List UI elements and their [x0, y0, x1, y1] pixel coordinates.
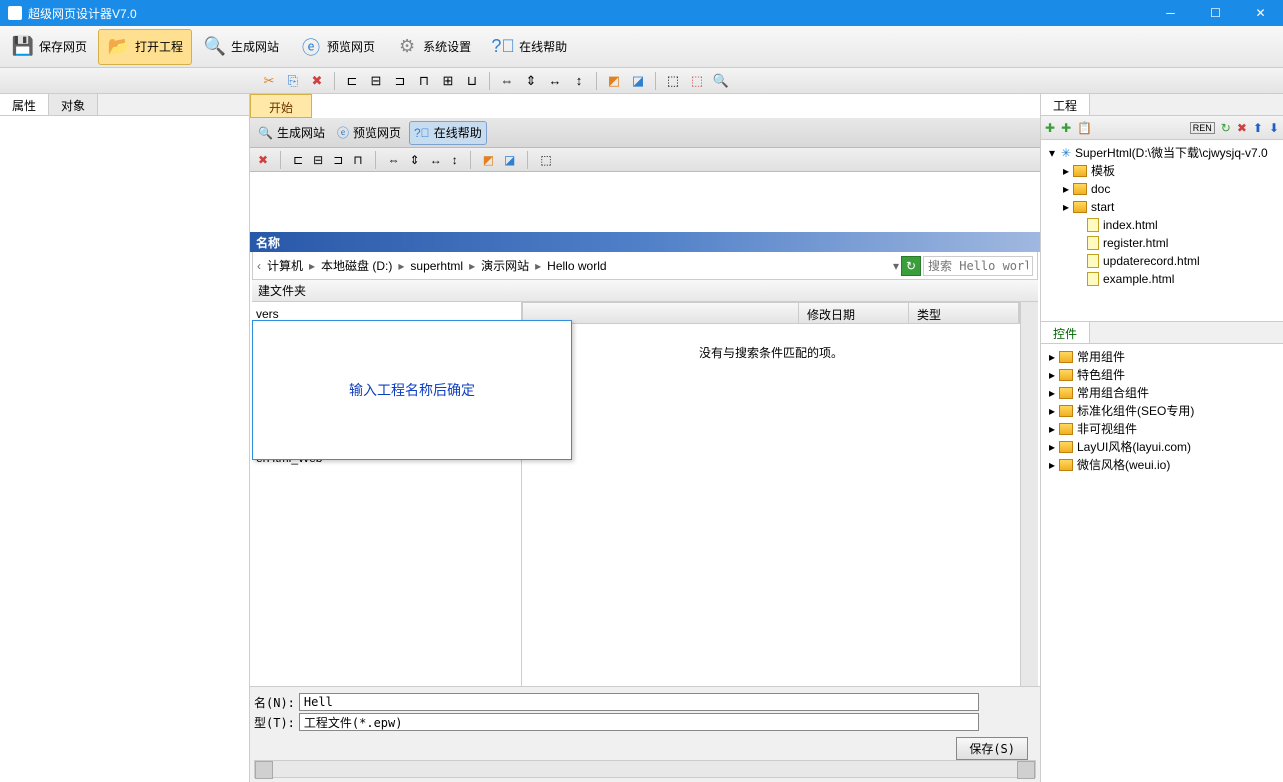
add-folder-icon[interactable]: ✚: [1061, 121, 1071, 135]
project-tree[interactable]: ▾✳SuperHtml(D:\微当下载\cjwysjq-v7.0▸模板▸doc▸…: [1041, 140, 1283, 292]
up-icon[interactable]: ⬆: [1253, 121, 1263, 135]
send-back-icon[interactable]: ◪: [629, 72, 647, 90]
save-page-button[interactable]: 💾 保存网页: [2, 29, 96, 65]
same-height-icon[interactable]: ↕: [570, 72, 588, 90]
bring-front-icon[interactable]: ◩: [605, 72, 623, 90]
breadcrumb-item[interactable]: 计算机: [263, 255, 307, 276]
breadcrumb-back-icon[interactable]: ‹: [257, 259, 261, 273]
align-r2-icon[interactable]: ⊐: [333, 153, 343, 167]
back2-icon[interactable]: ◪: [504, 153, 515, 167]
align-right-icon[interactable]: ⊐: [391, 72, 409, 90]
filename-input[interactable]: [299, 693, 979, 711]
distribute-h-icon[interactable]: ⇔: [498, 72, 516, 90]
inner-toolbar2: ✖ ⊏ ⊟ ⊐ ⊓ ⇔ ⇕ ↔ ↕ ◩ ◪ ⬚: [250, 148, 1040, 172]
search-small-icon[interactable]: 🔍: [712, 72, 730, 90]
dialog-name-header: 名称: [250, 232, 1040, 252]
close-button[interactable]: ✕: [1238, 0, 1283, 26]
horizontal-scrollbar[interactable]: [254, 760, 1036, 778]
gear-icon: ⚙: [395, 35, 419, 59]
delete-proj-icon[interactable]: ✖: [1237, 121, 1247, 135]
same-h2-icon[interactable]: ↕: [452, 153, 458, 167]
right-panel: 工程 ✚ ✚ 📋 REN ↻ ✖ ⬆ ⬇ ▾✳SuperHtml(D:\微当下载…: [1041, 94, 1283, 782]
new-folder-bar[interactable]: 建文件夹: [252, 280, 1038, 302]
left-panel: 属性 对象: [0, 94, 250, 782]
same-w2-icon[interactable]: ↔: [430, 153, 442, 167]
name-label: 名(N):: [254, 694, 295, 711]
same-width-icon[interactable]: ↔: [546, 72, 564, 90]
down-icon[interactable]: ⬇: [1269, 121, 1279, 135]
inner-toolbar: 🔍生成网站 ⓔ预览网页 ?⃝在线帮助: [250, 118, 1040, 148]
refresh-proj-icon[interactable]: ↻: [1221, 121, 1231, 135]
cut-icon[interactable]: ✂: [260, 72, 278, 90]
generate-site-button[interactable]: 🔍 生成网站: [194, 29, 288, 65]
inner-help-button[interactable]: ?⃝在线帮助: [409, 121, 487, 145]
maximize-button[interactable]: ☐: [1193, 0, 1238, 26]
ungroup-icon[interactable]: ⬚: [688, 72, 706, 90]
app-icon: [8, 6, 22, 20]
tab-start[interactable]: 开始: [250, 94, 312, 118]
delete-icon[interactable]: ✖: [308, 72, 326, 90]
help-button[interactable]: ?⃝ 在线帮助: [482, 29, 576, 65]
align-center-h-icon[interactable]: ⊟: [367, 72, 385, 90]
file-list-empty: 没有与搜索条件匹配的项。: [522, 324, 1020, 686]
tab-project[interactable]: 工程: [1041, 94, 1090, 115]
tooltip-balloon: 输入工程名称后确定: [252, 320, 572, 460]
sub-toolbar: ✂ ⎘ ✖ ⊏ ⊟ ⊐ ⊓ ⊞ ⊔ ⇔ ⇕ ↔ ↕ ◩ ◪ ⬚ ⬚ 🔍: [0, 68, 1283, 94]
delete-icon-2[interactable]: ✖: [258, 153, 268, 167]
tab-properties[interactable]: 属性: [0, 94, 49, 115]
type-label: 型(T):: [254, 714, 295, 731]
breadcrumb-item[interactable]: Hello world: [543, 257, 610, 275]
save-icon: 💾: [11, 35, 35, 59]
ie-icon: ⓔ: [299, 35, 323, 59]
distribute-v-icon[interactable]: ⇕: [522, 72, 540, 90]
file-columns: 修改日期 类型: [522, 302, 1020, 324]
inner-generate-button[interactable]: 🔍生成网站: [254, 121, 329, 145]
breadcrumb-item[interactable]: 本地磁盘 (D:): [317, 255, 396, 276]
titlebar: 超级网页设计器V7.0 ─ ☐ ✕: [0, 0, 1283, 26]
align-top-icon[interactable]: ⊓: [415, 72, 433, 90]
settings-button[interactable]: ⚙ 系统设置: [386, 29, 480, 65]
tab-objects[interactable]: 对象: [49, 94, 98, 115]
align-middle-icon[interactable]: ⊞: [439, 72, 457, 90]
controls-tree[interactable]: ▸常用组件▸特色组件▸常用组合组件▸标准化组件(SEO专用)▸非可视组件▸Lay…: [1041, 344, 1283, 478]
preview-page-button[interactable]: ⓔ 预览网页: [290, 29, 384, 65]
open-project-button[interactable]: 📂 打开工程: [98, 29, 192, 65]
breadcrumb: ‹ 计算机▸ 本地磁盘 (D:)▸ superhtml▸ 演示网站▸ Hello…: [252, 252, 1038, 280]
paste-icon[interactable]: 📋: [1077, 121, 1092, 135]
tab-controls[interactable]: 控件: [1041, 322, 1090, 343]
globe-icon: 🔍: [203, 35, 227, 59]
group-icon[interactable]: ⬚: [664, 72, 682, 90]
col-type[interactable]: 类型: [909, 303, 1019, 323]
add-icon[interactable]: ✚: [1045, 121, 1055, 135]
project-toolbar: ✚ ✚ 📋 REN ↻ ✖ ⬆ ⬇: [1041, 116, 1283, 140]
group2-icon[interactable]: ⬚: [540, 153, 551, 167]
dist-h2-icon[interactable]: ⇔: [388, 153, 400, 167]
save-dialog-button[interactable]: 保存(S): [956, 737, 1028, 760]
main-toolbar: 💾 保存网页 📂 打开工程 🔍 生成网站 ⓔ 预览网页 ⚙ 系统设置 ?⃝ 在线…: [0, 26, 1283, 68]
vertical-scrollbar[interactable]: [1020, 302, 1038, 686]
inner-preview-button[interactable]: ⓔ预览网页: [333, 121, 405, 145]
col-mod-date[interactable]: 修改日期: [799, 303, 909, 323]
rename-icon[interactable]: REN: [1190, 122, 1215, 134]
align-left-icon[interactable]: ⊏: [343, 72, 361, 90]
help-icon: ?⃝: [491, 35, 515, 59]
breadcrumb-item[interactable]: 演示网站: [477, 255, 533, 276]
window-title: 超级网页设计器V7.0: [28, 5, 1148, 22]
align-c2-icon[interactable]: ⊟: [313, 153, 323, 167]
align-bottom-icon[interactable]: ⊔: [463, 72, 481, 90]
align-t2-icon[interactable]: ⊓: [353, 153, 362, 167]
dist-v2-icon[interactable]: ⇕: [410, 153, 420, 167]
breadcrumb-item[interactable]: superhtml: [406, 257, 467, 275]
save-form: 名(N): 型(T): 保存(S): [250, 686, 1040, 782]
align-l2-icon[interactable]: ⊏: [293, 153, 303, 167]
refresh-button[interactable]: ↻: [901, 256, 921, 276]
folder-open-icon: 📂: [107, 35, 131, 59]
front2-icon[interactable]: ◩: [483, 153, 494, 167]
minimize-button[interactable]: ─: [1148, 0, 1193, 26]
copy-icon[interactable]: ⎘: [284, 72, 302, 90]
search-input[interactable]: [923, 256, 1033, 276]
filetype-select[interactable]: [299, 713, 979, 731]
